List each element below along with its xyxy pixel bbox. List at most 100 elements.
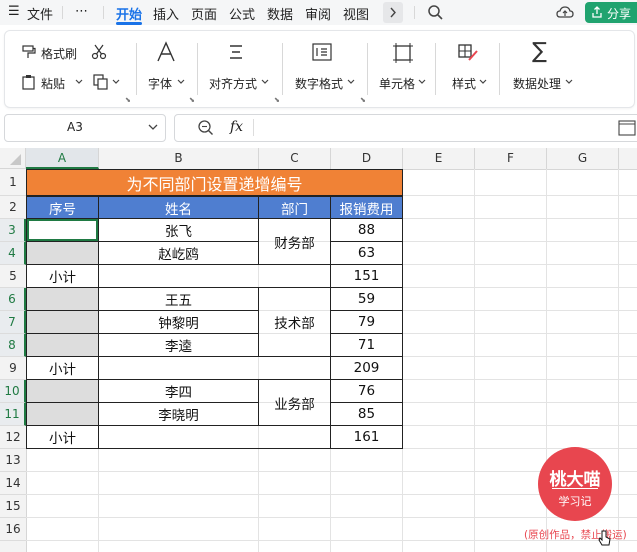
column-header-d[interactable]: D [331, 148, 403, 169]
tab-home[interactable]: 开始 [116, 4, 142, 23]
column-header-f[interactable]: F [475, 148, 547, 169]
row-header[interactable]: 7 [0, 311, 26, 334]
row-header[interactable]: 3 [0, 219, 26, 242]
font-button[interactable]: 字体 [148, 75, 172, 92]
row-header[interactable]: 13 [0, 449, 26, 472]
active-cell-cursor[interactable] [27, 219, 98, 241]
serial-cell[interactable] [26, 241, 99, 265]
clipboard-launcher-icon[interactable]: ⬊ [125, 96, 131, 104]
styles-button[interactable]: 样式 [452, 75, 476, 92]
number-format-button[interactable]: 数字格式 [295, 75, 343, 92]
data-process-button[interactable]: 数据处理 [513, 75, 561, 92]
subtotal-label[interactable]: 小计 [26, 356, 99, 380]
more-menu-icon[interactable]: ⋯ [75, 4, 88, 19]
serial-cell[interactable] [26, 310, 99, 334]
chevron-down-icon[interactable] [148, 119, 158, 135]
row-header[interactable]: 14 [0, 472, 26, 495]
number-launcher-icon[interactable]: ⬊ [360, 96, 366, 104]
row-header[interactable]: 6 [0, 288, 26, 311]
expense-cell[interactable]: 79 [330, 310, 403, 334]
name-cell[interactable]: 李四 [98, 379, 259, 403]
column-header-b[interactable]: B [99, 148, 259, 169]
name-cell[interactable]: 王五 [98, 287, 259, 311]
row-header[interactable]: 15 [0, 495, 26, 518]
row-header[interactable]: 11 [0, 403, 26, 426]
search-icon[interactable] [427, 4, 444, 21]
tab-review[interactable]: 审阅 [305, 4, 331, 23]
formula-bar[interactable]: fx [174, 114, 637, 142]
chevron-down-icon[interactable] [75, 79, 83, 85]
sum-icon: ∑ [532, 39, 547, 64]
cloud-upload-icon[interactable] [556, 4, 574, 21]
subtotal-blank-cell[interactable] [98, 356, 331, 380]
header-cell-expense[interactable]: 报销费用 [330, 196, 403, 219]
row-header[interactable]: 16 [0, 518, 26, 541]
tab-formula[interactable]: 公式 [229, 4, 255, 23]
row-header[interactable]: 10 [0, 380, 26, 403]
select-all-corner[interactable] [0, 148, 26, 169]
subtotal-value[interactable]: 209 [330, 356, 403, 380]
row-header[interactable]: 1 [0, 169, 26, 196]
tabs-scroll-right-button[interactable] [383, 2, 403, 23]
subtotal-label[interactable]: 小计 [26, 264, 99, 288]
header-cell-name[interactable]: 姓名 [98, 196, 259, 219]
department-cell[interactable]: 技术部 [258, 287, 331, 357]
cells-button[interactable]: 单元格 [379, 75, 415, 92]
row-header[interactable]: 2 [0, 196, 26, 219]
tab-data[interactable]: 数据 [267, 4, 293, 23]
name-cell[interactable]: 李逵 [98, 333, 259, 357]
name-cell[interactable]: 张飞 [98, 218, 259, 242]
subtotal-blank-cell[interactable] [98, 425, 331, 449]
name-box[interactable]: A3 [4, 114, 166, 142]
row-header[interactable]: 4 [0, 242, 26, 265]
header-cell-serial[interactable]: 序号 [26, 196, 99, 219]
subtotal-blank-cell[interactable] [98, 264, 331, 288]
expense-cell[interactable]: 88 [330, 218, 403, 242]
align-button[interactable]: 对齐方式 [209, 75, 257, 92]
expense-cell[interactable]: 71 [330, 333, 403, 357]
expense-cell[interactable]: 76 [330, 379, 403, 403]
font-launcher-icon[interactable]: ⬊ [189, 96, 195, 104]
menu-file[interactable]: 文件 [27, 4, 53, 23]
subtotal-value[interactable]: 151 [330, 264, 403, 288]
name-cell[interactable]: 李晓明 [98, 402, 259, 426]
hamburger-menu-icon[interactable]: ☰ [8, 4, 20, 19]
paste-button[interactable]: 粘贴 [41, 75, 65, 92]
format-painter-button[interactable]: 格式刷 [41, 45, 77, 62]
header-cell-department[interactable]: 部门 [258, 196, 331, 219]
row-header[interactable]: 9 [0, 357, 26, 380]
department-cell[interactable]: 财务部 [258, 218, 331, 265]
row-header[interactable]: 8 [0, 334, 26, 357]
mouse-pointer-icon [598, 530, 611, 546]
row-header[interactable]: 12 [0, 426, 26, 449]
subtotal-value[interactable]: 161 [330, 425, 403, 449]
serial-cell[interactable] [26, 402, 99, 426]
name-cell[interactable]: 赵屹鸥 [98, 241, 259, 265]
expense-cell[interactable]: 63 [330, 241, 403, 265]
fx-icon[interactable]: fx [230, 119, 243, 135]
department-cell[interactable]: 业务部 [258, 379, 331, 426]
tab-page[interactable]: 页面 [191, 4, 217, 23]
column-header-a[interactable]: A [26, 148, 99, 169]
expand-formula-icon[interactable] [618, 120, 636, 136]
scissors-icon[interactable] [91, 44, 107, 60]
column-header-g[interactable]: G [547, 148, 619, 169]
align-launcher-icon[interactable]: ⬊ [274, 96, 280, 104]
tab-insert[interactable]: 插入 [153, 4, 179, 23]
copy-icon[interactable] [93, 74, 109, 90]
serial-cell[interactable] [26, 379, 99, 403]
expense-cell[interactable]: 85 [330, 402, 403, 426]
subtotal-label[interactable]: 小计 [26, 425, 99, 449]
row-header[interactable]: 5 [0, 265, 26, 288]
share-button[interactable]: 分享 [585, 2, 637, 23]
expense-cell[interactable]: 59 [330, 287, 403, 311]
tab-view[interactable]: 视图 [343, 4, 369, 23]
column-header-c[interactable]: C [259, 148, 331, 169]
serial-cell[interactable] [26, 287, 99, 311]
name-cell[interactable]: 钟黎明 [98, 310, 259, 334]
zoom-search-icon[interactable] [197, 119, 215, 137]
serial-cell[interactable] [26, 333, 99, 357]
sheet-title-cell[interactable]: 为不同部门设置递增编号 [26, 169, 403, 196]
chevron-down-icon[interactable] [112, 79, 120, 85]
column-header-e[interactable]: E [403, 148, 475, 169]
